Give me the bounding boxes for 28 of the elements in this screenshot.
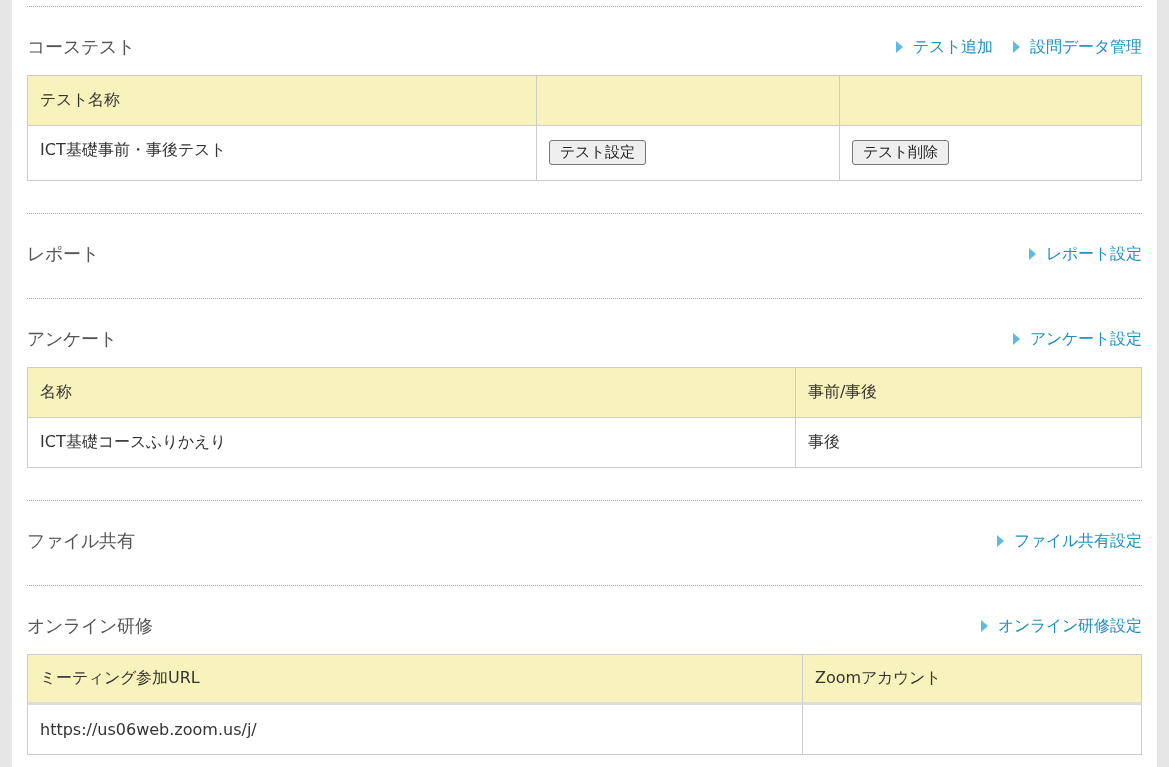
settings-link[interactable]: 設問データ管理 [1013, 36, 1142, 58]
table-header-cell: ミーティング参加URL [28, 655, 803, 705]
section-title: ファイル共有 [27, 529, 135, 553]
triangle-icon [1029, 248, 1036, 260]
section-title: レポート [27, 242, 99, 266]
section-title: オンライン研修 [27, 614, 153, 638]
table-cell: https://us06web.zoom.us/j/ [28, 705, 803, 755]
triangle-icon [981, 620, 988, 632]
table-cell: 事後 [796, 418, 1142, 468]
table-header-cell: 事前/事後 [796, 368, 1142, 418]
settings-link[interactable]: オンライン研修設定 [981, 615, 1142, 637]
settings-link[interactable]: ファイル共有設定 [997, 530, 1142, 552]
table-action-button[interactable]: テスト設定 [549, 140, 646, 165]
triangle-icon [1013, 333, 1020, 345]
table-cell: ICT基礎事前・事後テスト [28, 126, 537, 181]
section-title: アンケート [27, 327, 117, 351]
section-title: コーステスト [27, 35, 135, 59]
settings-link[interactable]: レポート設定 [1029, 243, 1142, 265]
table-cell: ICT基礎コースふりかえり [28, 418, 796, 468]
table-header-cell: 名称 [28, 368, 796, 418]
triangle-icon [896, 41, 903, 53]
table-header-cell: テスト名称 [28, 76, 537, 126]
triangle-icon [997, 535, 1004, 547]
triangle-icon [1013, 41, 1020, 53]
table-action-button[interactable]: テスト削除 [852, 140, 949, 165]
settings-link[interactable]: アンケート設定 [1013, 328, 1142, 350]
settings-link[interactable]: テスト追加 [896, 36, 993, 58]
table-header-cell: Zoomアカウント [803, 655, 1142, 705]
